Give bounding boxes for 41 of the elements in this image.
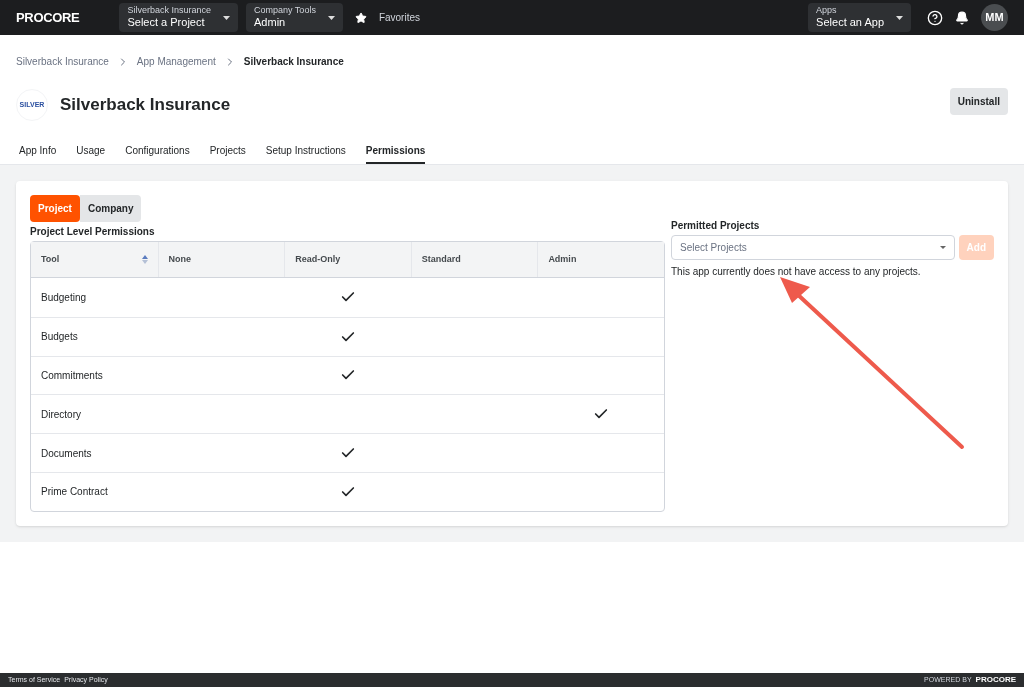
app-title: Silverback Insurance bbox=[60, 94, 231, 117]
breadcrumb-link[interactable]: Silverback Insurance bbox=[16, 54, 109, 69]
section-title: Project Level Permissions bbox=[30, 225, 156, 239]
dropdown-picker[interactable]: Apps Select an App bbox=[808, 3, 911, 32]
table-cell-text: Documents bbox=[40, 446, 93, 461]
column-header: Standard bbox=[410, 242, 538, 277]
table-cell-text: Budgets bbox=[40, 330, 79, 345]
caret-icon bbox=[327, 15, 335, 20]
table-cell-text: Budgeting bbox=[40, 290, 88, 305]
star-icon bbox=[354, 11, 367, 24]
logo: PROCORE bbox=[16, 8, 80, 27]
dropdown-picker[interactable]: Company Tools Admin bbox=[246, 3, 343, 32]
select-projects-dropdown[interactable]: Select Projects bbox=[671, 235, 955, 260]
caret-icon bbox=[223, 15, 230, 20]
table-cell-text: Commitments bbox=[40, 369, 104, 383]
column-header: None bbox=[157, 242, 285, 277]
table-cell-text: Directory bbox=[40, 407, 82, 422]
caret-icon bbox=[896, 15, 903, 20]
caret-icon bbox=[939, 246, 946, 249]
current-page-text: Silverback Insurance bbox=[243, 55, 344, 69]
tab[interactable]: Setup Instructions bbox=[265, 143, 346, 164]
favorites-link[interactable]: Favorites bbox=[378, 10, 420, 25]
dropdown-picker[interactable]: Silverback Insurance Select a Project bbox=[119, 3, 238, 32]
notification-icon[interactable] bbox=[955, 10, 969, 25]
tab[interactable]: Usage bbox=[76, 143, 106, 164]
footer-logo: PROCORE bbox=[975, 674, 1016, 686]
section-title: Permitted Projects bbox=[671, 219, 761, 233]
column-header[interactable]: Tool bbox=[31, 242, 158, 277]
help-icon[interactable] bbox=[927, 9, 943, 26]
segment-button[interactable]: Company bbox=[79, 195, 142, 222]
sort-icon bbox=[141, 255, 148, 264]
tab[interactable]: Projects bbox=[209, 143, 246, 164]
tab[interactable]: Configurations bbox=[125, 143, 190, 164]
info-message: This app currently does not have access to any projects. bbox=[671, 265, 922, 279]
tab[interactable]: App Info bbox=[19, 143, 57, 164]
user-avatar[interactable]: MM bbox=[981, 4, 1008, 31]
breadcrumb-link[interactable]: App Management bbox=[136, 54, 216, 69]
column-header: Admin bbox=[537, 242, 664, 277]
column-header: Read-Only bbox=[284, 242, 411, 277]
table-cell-text: Prime Contract bbox=[40, 485, 109, 500]
uninstall-button[interactable]: Uninstall bbox=[949, 87, 1008, 115]
